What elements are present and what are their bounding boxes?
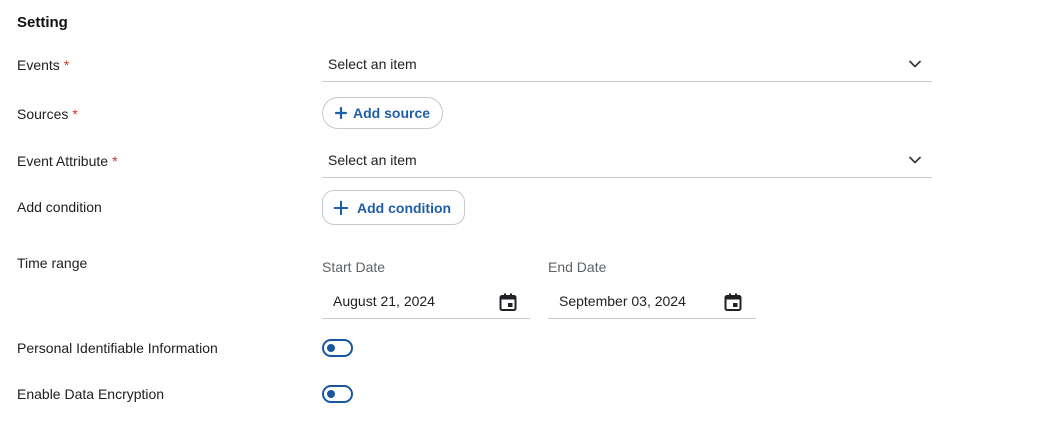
sources-label: Sources * — [17, 106, 78, 122]
events-label: Events * — [17, 57, 69, 73]
events-select-value: Select an item — [328, 56, 417, 72]
encryption-toggle[interactable] — [322, 385, 353, 403]
calendar-icon[interactable] — [498, 292, 518, 312]
toggle-knob — [327, 344, 335, 352]
end-date-caption: End Date — [548, 259, 607, 275]
encryption-label: Enable Data Encryption — [17, 386, 165, 402]
required-mark: * — [63, 57, 70, 73]
required-mark: * — [112, 153, 118, 169]
plus-icon — [334, 106, 348, 120]
pii-toggle[interactable] — [322, 339, 353, 357]
start-date-field[interactable]: August 21, 2024 — [322, 285, 530, 319]
add-condition-button[interactable]: Add condition — [322, 190, 466, 225]
start-date-value: August 21, 2024 — [333, 293, 435, 309]
start-date-caption: Start Date — [322, 259, 386, 275]
add-source-label: Add source — [353, 105, 431, 121]
calendar-icon[interactable] — [723, 292, 743, 312]
sources-label-text: Sources — [17, 106, 69, 122]
events-select[interactable]: Select an item — [322, 48, 932, 82]
chevron-down-icon — [909, 60, 921, 68]
add-condition-label: Add condition — [17, 199, 102, 215]
required-mark: * — [72, 106, 78, 122]
toggle-knob — [327, 390, 335, 398]
add-condition-button-label: Add condition — [357, 199, 452, 216]
plus-icon — [333, 200, 349, 215]
event-attribute-select-value: Select an item — [328, 152, 417, 168]
add-source-button[interactable]: Add source — [322, 97, 444, 129]
settings-panel: Setting Events * Select an item Sources * … — [0, 0, 1064, 428]
chevron-down-icon — [909, 156, 921, 164]
event-attribute-label: Event Attribute * — [17, 153, 118, 169]
event-attribute-select[interactable]: Select an item — [322, 144, 932, 178]
events-label-text: Events — [17, 57, 60, 73]
event-attribute-label-text: Event Attribute — [17, 153, 109, 169]
end-date-value: September 03, 2024 — [559, 293, 686, 309]
time-range-label: Time range — [17, 255, 88, 271]
end-date-field[interactable]: September 03, 2024 — [548, 285, 756, 319]
section-title: Setting — [17, 14, 68, 31]
pii-label: Personal Identifiable Information — [17, 340, 218, 356]
